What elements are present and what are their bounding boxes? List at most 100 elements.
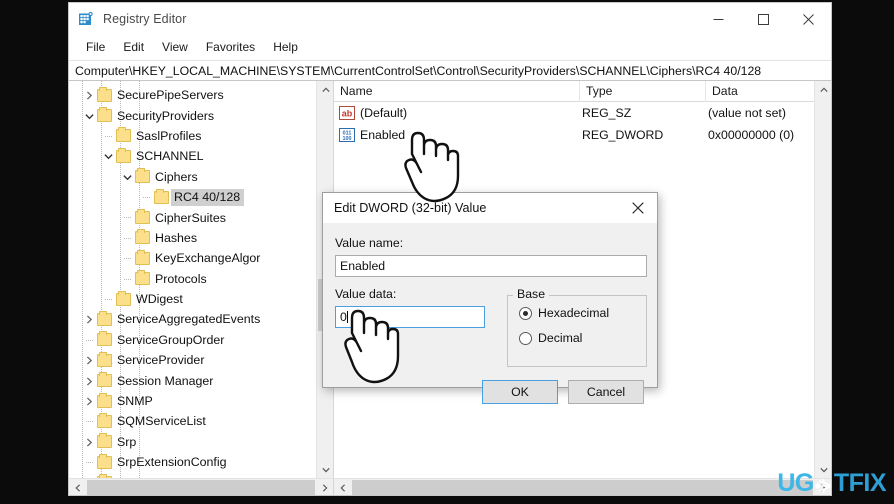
folder-icon [97, 351, 112, 367]
chevron-down-icon[interactable] [82, 106, 97, 126]
tree-item-keyexchangealgor[interactable]: KeyExchangeAlgor [69, 248, 316, 268]
chevron-right-icon[interactable] [82, 350, 97, 370]
tree-item-wdigest[interactable]: WDigest [69, 289, 316, 309]
values-hscroll-thumb[interactable] [352, 480, 813, 495]
chevron-down-icon[interactable] [120, 167, 135, 187]
tree-item-rc4-40-128[interactable]: RC4 40/128 [69, 187, 316, 207]
scroll-up-icon[interactable] [317, 81, 334, 98]
tree-item-label: CipherSuites [155, 210, 226, 225]
tree-item-snmp[interactable]: SNMP [69, 391, 316, 411]
values-row-name: (Default) [360, 105, 408, 120]
values-horizontal-scrollbar[interactable] [334, 478, 831, 495]
scroll-down-icon[interactable] [317, 461, 334, 478]
registry-editor-icon [78, 11, 94, 27]
dialog-close-icon[interactable] [619, 193, 657, 223]
tree-item-label: SecurePipeServers [117, 88, 224, 103]
folder-icon [97, 310, 112, 326]
tree-item-saslprofiles[interactable]: SaslProfiles [69, 126, 316, 146]
tree-item-srp[interactable]: Srp [69, 432, 316, 452]
folder-icon [135, 229, 150, 245]
tree-hscroll-thumb[interactable] [87, 480, 315, 495]
tree-item-ciphers[interactable]: Ciphers [69, 167, 316, 187]
sparkle-icon [814, 474, 834, 494]
menu-help[interactable]: Help [264, 38, 307, 57]
tree-item-ciphersuites[interactable]: CipherSuites [69, 207, 316, 227]
tree-horizontal-scrollbar[interactable] [69, 478, 333, 495]
menu-favorites[interactable]: Favorites [197, 38, 264, 57]
tree-item-label: Protocols [155, 271, 207, 286]
tree-item-label: Hashes [155, 230, 198, 245]
values-row-data: 0x00000000 (0) [708, 127, 795, 142]
scroll-left-icon[interactable] [69, 479, 86, 496]
folder-icon [97, 372, 112, 388]
edit-dword-dialog: Edit DWORD (32-bit) Value Value name: En… [322, 192, 658, 404]
menu-view[interactable]: View [153, 38, 197, 57]
folder-icon [154, 188, 169, 204]
radio-hexadecimal-icon[interactable] [519, 306, 532, 320]
tree-item-label: SQMServiceList [117, 414, 206, 429]
tree-item-srpextensionconfig[interactable]: SrpExtensionConfig [69, 452, 316, 472]
base-option-hexadecimal[interactable]: Hexadecimal [519, 306, 609, 320]
tree-item-label: ServiceAggregatedEvents [117, 312, 261, 327]
folder-icon [135, 270, 150, 286]
values-vertical-scrollbar[interactable] [814, 81, 831, 478]
cancel-button[interactable]: Cancel [568, 380, 644, 404]
tree-item-label: Srp [117, 434, 137, 449]
minimize-button[interactable] [696, 3, 741, 35]
chevron-right-icon[interactable] [82, 371, 97, 391]
scroll-left-icon[interactable] [334, 479, 351, 496]
value-name-input[interactable]: Enabled [335, 255, 647, 277]
column-header-type[interactable]: Type [580, 81, 706, 102]
chevron-right-icon[interactable] [82, 309, 97, 329]
tree-item-hashes[interactable]: Hashes [69, 228, 316, 248]
value-data-input[interactable]: 0 [335, 306, 485, 328]
tree-item-securityproviders[interactable]: SecurityProviders [69, 105, 316, 125]
tree-item-session-manager[interactable]: Session Manager [69, 370, 316, 390]
chevron-right-icon[interactable] [82, 391, 97, 411]
tree-item-serviceaggregatedevents[interactable]: ServiceAggregatedEvents [69, 309, 316, 329]
tree-item-securepipeservers[interactable]: SecurePipeServers [69, 85, 316, 105]
tree-item-servicegrouporder[interactable]: ServiceGroupOrder [69, 330, 316, 350]
column-header-data[interactable]: Data [706, 81, 816, 102]
registry-tree: SecurePipeServers SecurityProviders SaslPr… [69, 85, 316, 478]
tree-item-label: SecurityProviders [117, 108, 215, 123]
base-option-decimal[interactable]: Decimal [519, 331, 582, 345]
registry-tree-pane: SecurePipeServers SecurityProviders SaslPr… [69, 81, 334, 495]
folder-icon [135, 249, 150, 265]
radio-decimal-icon[interactable] [519, 331, 532, 345]
watermark-text-1: UG [777, 469, 814, 497]
close-button[interactable] [786, 3, 831, 35]
values-row[interactable]: 011 100 Enabled REG_DWORD 0x00000000 (0) [334, 124, 831, 145]
chevron-down-icon[interactable] [101, 146, 116, 166]
scroll-up-icon[interactable] [815, 81, 832, 98]
folder-icon [97, 412, 112, 428]
chevron-right-icon[interactable] [82, 85, 97, 105]
chevron-right-icon[interactable] [82, 432, 97, 452]
tree-item-label: WDigest [136, 292, 183, 307]
menu-edit[interactable]: Edit [114, 38, 153, 57]
watermark-text-2: TFIX [833, 469, 887, 497]
maximize-button[interactable] [741, 3, 786, 35]
tree-item-protocols[interactable]: Protocols [69, 269, 316, 289]
column-header-name[interactable]: Name [334, 81, 580, 102]
values-column-header: Name Type Data [334, 81, 831, 102]
ok-button[interactable]: OK [482, 380, 558, 404]
scroll-right-icon[interactable] [316, 479, 333, 496]
tree-item-label: SrpExtensionConfig [117, 455, 227, 470]
tree-item-label: SNMP [117, 394, 153, 409]
menu-bar: File Edit View Favorites Help [69, 35, 831, 59]
tree-item-serviceprovider[interactable]: ServiceProvider [69, 350, 316, 370]
folder-icon [97, 433, 112, 449]
values-row-name: Enabled [360, 127, 406, 142]
tree-item-label: KeyExchangeAlgor [155, 251, 261, 266]
folder-icon [97, 86, 112, 102]
tree-item-sqmservicelist[interactable]: SQMServiceList [69, 411, 316, 431]
tree-item-schannel[interactable]: SCHANNEL [69, 146, 316, 166]
values-row[interactable]: ab (Default) REG_SZ (value not set) [334, 102, 831, 123]
address-bar[interactable]: Computer\HKEY_LOCAL_MACHINE\SYSTEM\Curre… [69, 60, 831, 81]
menu-file[interactable]: File [77, 38, 114, 57]
values-row-data: (value not set) [708, 105, 786, 120]
svg-text:100: 100 [343, 136, 352, 142]
tree-item-label: SCHANNEL [136, 149, 204, 164]
